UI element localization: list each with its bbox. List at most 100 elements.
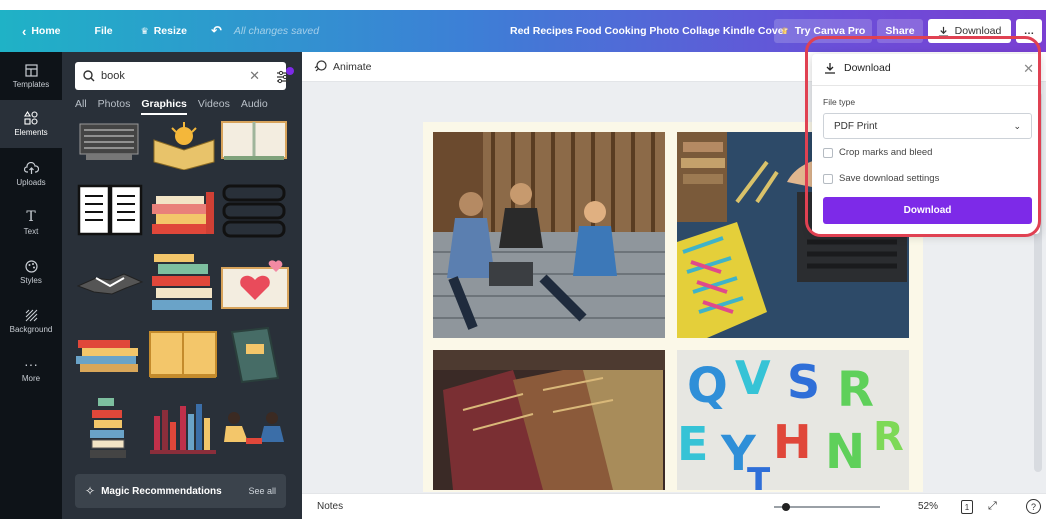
animate-icon	[314, 60, 327, 72]
rail-label: Uploads	[16, 177, 46, 187]
rail-label: Elements	[14, 128, 48, 137]
bottom-bar: Notes 52% 1 ⤢ ?	[302, 493, 1046, 519]
svg-text:V: V	[735, 351, 771, 405]
tab-audio[interactable]: Audio	[241, 98, 268, 115]
photo-books[interactable]	[433, 350, 665, 490]
file-type-label: File type	[823, 97, 856, 107]
zoom-slider[interactable]	[774, 503, 880, 511]
download-icon	[938, 26, 948, 37]
rail-item-elements[interactable]: Elements	[0, 100, 62, 148]
uploads-icon	[23, 161, 39, 174]
try-pro-label: Try Canva Pro	[794, 25, 866, 37]
ellipsis-icon: …	[1023, 25, 1035, 37]
svg-text:Q: Q	[687, 358, 728, 414]
animate-button[interactable]: Animate	[333, 61, 372, 73]
download-popover: Download ✕ File type PDF Print ⌄ Crop ma…	[812, 54, 1040, 234]
text-icon: T	[26, 209, 36, 225]
graphic-thumbnail[interactable]	[148, 328, 218, 382]
tab-graphics[interactable]: Graphics	[141, 98, 187, 115]
graphic-thumbnail[interactable]	[76, 182, 144, 238]
download-button[interactable]: Download	[928, 19, 1011, 43]
zoom-slider-handle[interactable]	[782, 503, 790, 511]
photo-letters[interactable]: Q V S R E Y H N R T	[677, 350, 909, 490]
graphic-thumbnail[interactable]	[148, 188, 218, 238]
home-button[interactable]: ‹ Home	[0, 10, 71, 52]
notes-button[interactable]: Notes	[317, 501, 343, 512]
checkbox-box[interactable]	[823, 173, 833, 184]
graphic-thumbnail[interactable]	[226, 324, 282, 386]
crown-icon: ♛	[780, 25, 789, 36]
search-input[interactable]	[101, 70, 244, 82]
photo-students[interactable]	[433, 132, 665, 338]
share-button[interactable]: Share	[877, 19, 923, 43]
rail-item-background[interactable]: Background	[0, 297, 62, 345]
svg-text:N: N	[825, 424, 865, 480]
templates-icon	[24, 63, 38, 77]
rail-label: Text	[23, 227, 39, 236]
graphic-thumbnail[interactable]	[148, 250, 218, 320]
fullscreen-icon[interactable]: ⤢	[988, 500, 997, 513]
file-menu[interactable]: File	[85, 10, 123, 52]
graphic-thumbnail[interactable]	[150, 120, 218, 170]
graphic-thumbnail[interactable]	[148, 402, 218, 456]
crop-marks-checkbox[interactable]: Crop marks and bleed	[823, 147, 932, 158]
svg-text:S: S	[787, 355, 820, 409]
graphic-thumbnail[interactable]	[220, 118, 288, 162]
elements-panel: ✕ All Photos Graphics Videos Audio ✧ Mag…	[62, 52, 302, 519]
resize-button[interactable]: ♛ Resize	[131, 10, 197, 52]
save-settings-checkbox[interactable]: Save download settings	[823, 173, 939, 184]
undo-icon: ↶	[210, 23, 222, 38]
document-title[interactable]: Red Recipes Food Cooking Photo Collage K…	[510, 10, 788, 52]
close-icon[interactable]: ✕	[1023, 61, 1034, 77]
divider	[812, 85, 1040, 86]
popover-header: Download	[824, 62, 1034, 74]
download-label: Download	[954, 25, 1002, 37]
rail-label: Styles	[20, 275, 42, 285]
search-box[interactable]: ✕	[75, 62, 294, 90]
more-icon: ···	[24, 356, 38, 372]
tab-photos[interactable]: Photos	[98, 98, 131, 115]
rail-item-uploads[interactable]: Uploads	[0, 150, 62, 198]
graphic-thumbnail[interactable]	[74, 336, 144, 376]
filter-icon	[277, 67, 294, 84]
resize-label: Resize	[153, 25, 187, 37]
rail-label: Background	[9, 324, 53, 334]
graphic-thumbnail[interactable]	[220, 258, 290, 312]
magic-recommendations-bar[interactable]: ✧ Magic Recommendations See all	[75, 474, 286, 508]
graphic-thumbnail[interactable]	[220, 410, 290, 450]
home-label: Home	[31, 25, 61, 37]
file-type-select[interactable]: PDF Print ⌄	[823, 113, 1032, 139]
save-status: All changes saved	[233, 25, 320, 37]
background-icon	[25, 309, 37, 321]
page-count-button[interactable]: 1	[961, 500, 973, 514]
confirm-download-button[interactable]: Download	[823, 197, 1032, 224]
svg-text:T: T	[747, 461, 771, 490]
rail-item-styles[interactable]: Styles	[0, 248, 62, 296]
rail-label: Templates	[12, 79, 50, 89]
sparkle-icon: ✧	[85, 484, 96, 498]
tab-all[interactable]: All	[75, 98, 87, 115]
rail-item-more[interactable]: ··· More	[0, 346, 62, 394]
panel-tabs: All Photos Graphics Videos Audio	[75, 98, 295, 115]
undo-button[interactable]: ↶	[201, 10, 232, 52]
rail-item-text[interactable]: T Text	[0, 199, 62, 247]
graphic-thumbnail[interactable]	[86, 394, 134, 460]
more-options-button[interactable]: …	[1016, 19, 1042, 43]
checkbox-box[interactable]	[823, 147, 833, 158]
help-icon[interactable]: ?	[1026, 499, 1041, 514]
filter-button[interactable]	[274, 66, 296, 86]
graphic-thumbnail[interactable]	[76, 120, 142, 164]
elements-icon	[24, 111, 38, 125]
see-all-link[interactable]: See all	[248, 486, 276, 496]
rail-item-templates[interactable]: Templates	[0, 52, 62, 100]
clear-search-icon[interactable]: ✕	[249, 68, 260, 84]
try-pro-button[interactable]: ♛ Try Canva Pro	[774, 19, 872, 43]
crop-marks-label: Crop marks and bleed	[839, 147, 933, 158]
tab-videos[interactable]: Videos	[198, 98, 230, 115]
styles-icon	[24, 259, 38, 273]
chevron-down-icon: ⌄	[1013, 120, 1021, 131]
rail-label: More	[21, 374, 41, 383]
graphic-thumbnail[interactable]	[220, 182, 288, 240]
graphic-thumbnail[interactable]	[76, 264, 144, 304]
zoom-level[interactable]: 52%	[918, 501, 938, 512]
